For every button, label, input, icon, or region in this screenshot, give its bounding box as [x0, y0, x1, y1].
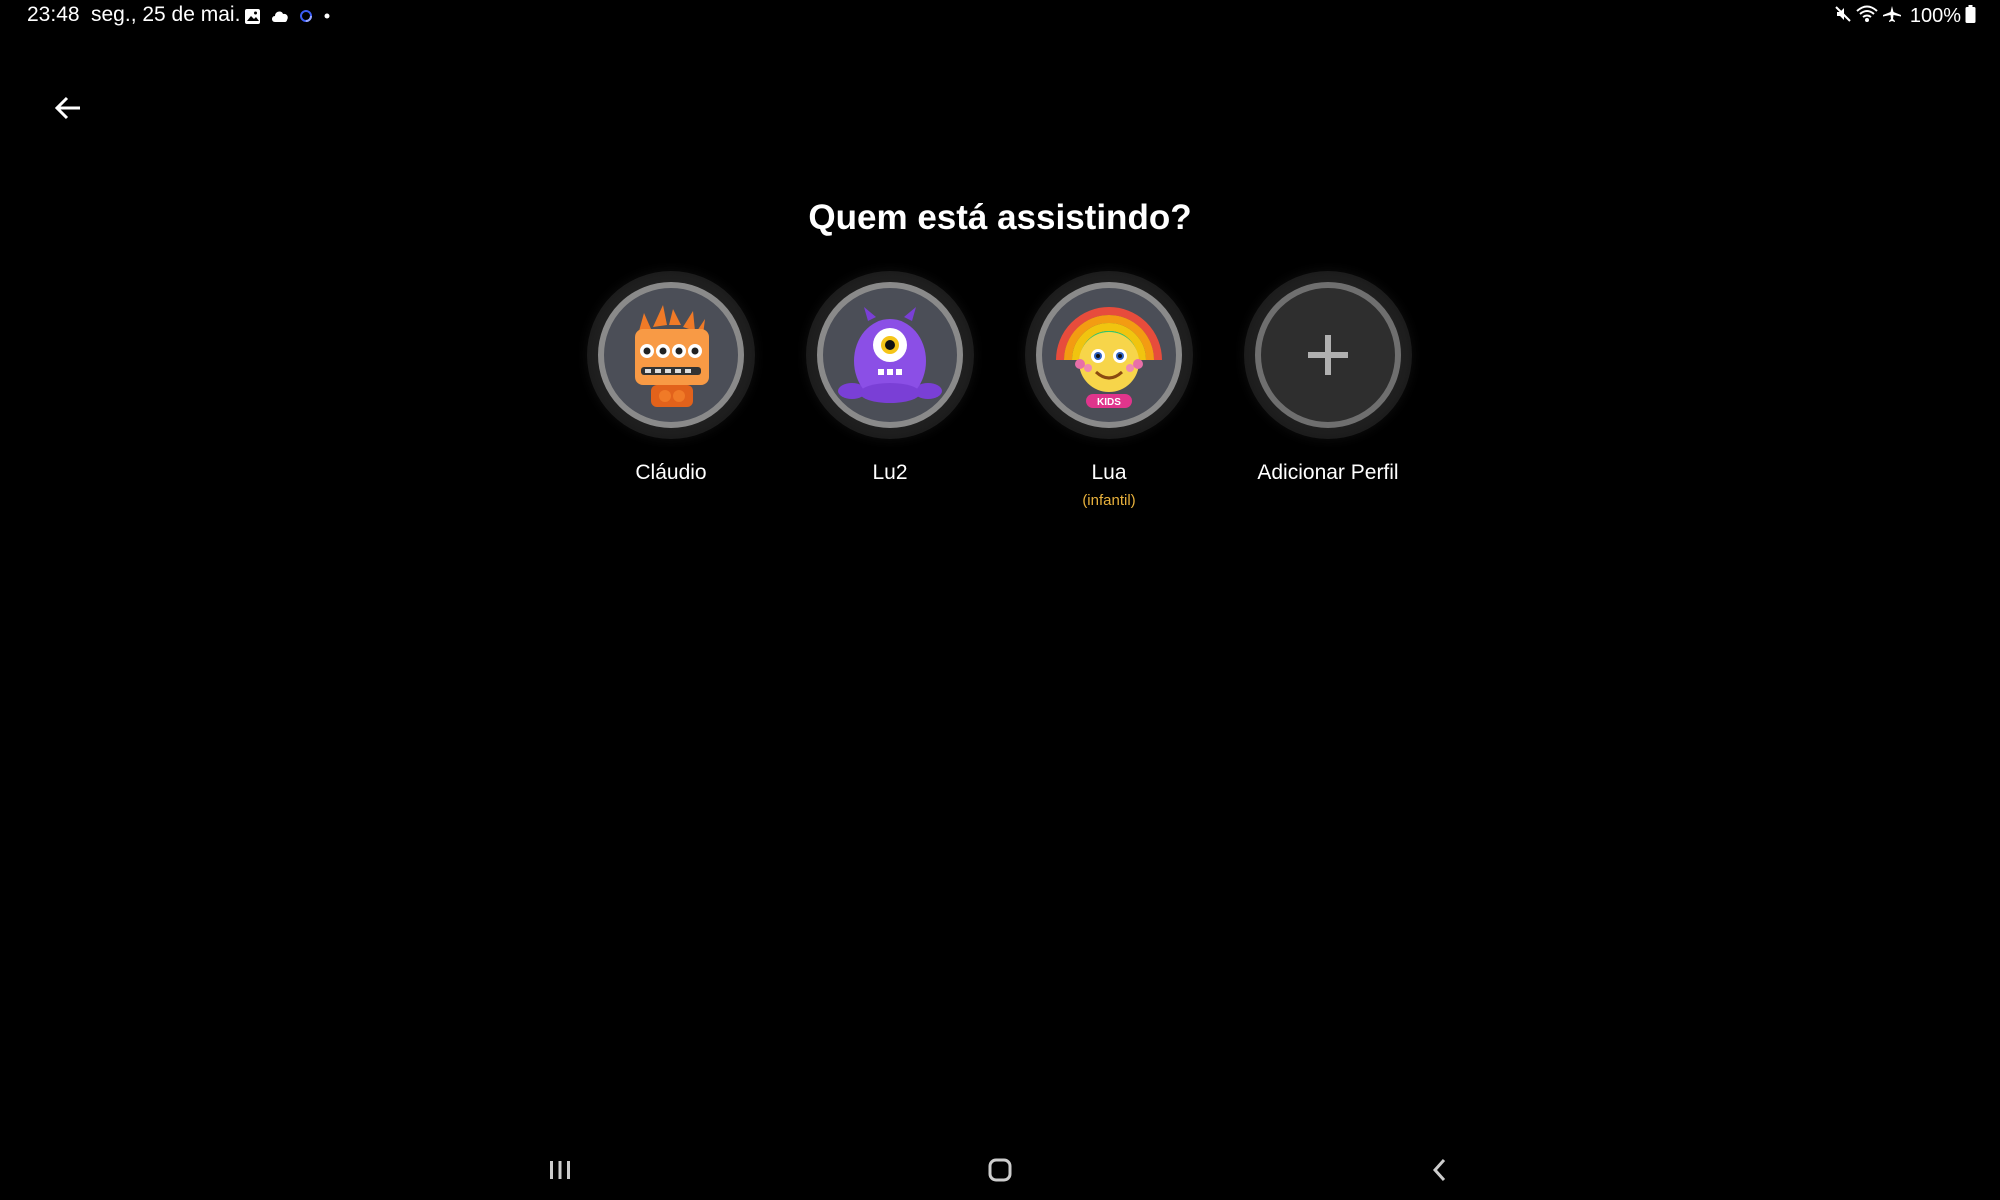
sync-icon: [299, 9, 313, 23]
kids-rainbow-avatar: KIDS: [1036, 282, 1182, 428]
recents-icon: [550, 1161, 570, 1179]
profile-lua[interactable]: KIDS Lua (infantil): [1009, 271, 1209, 509]
avatar-ring: [1244, 271, 1412, 439]
kids-badge-text: KIDS: [1097, 397, 1121, 408]
airplane-icon: [1882, 5, 1902, 28]
profile-name: Cláudio: [635, 461, 707, 484]
purple-monster-avatar: [817, 282, 963, 428]
profile-lu2[interactable]: Lu2: [790, 271, 990, 485]
navigation-bar: [0, 1140, 2000, 1200]
avatar-ring: KIDS: [1025, 271, 1193, 439]
avatar-ring: [806, 271, 974, 439]
add-profile-button[interactable]: Adicionar Perfil: [1228, 271, 1428, 485]
back-button[interactable]: [44, 84, 92, 132]
add-avatar: [1255, 282, 1401, 428]
mute-icon: [1834, 5, 1852, 28]
status-bar: 23:48 seg., 25 de mai. 100%: [0, 0, 2000, 32]
profile-name: Lua: [1091, 461, 1127, 484]
profile-name: Adicionar Perfil: [1257, 461, 1399, 484]
profile-name: Lu2: [872, 461, 908, 484]
plus-icon: [1308, 335, 1348, 375]
battery-icon: [1965, 4, 1976, 28]
profile-subtitle: (infantil): [1082, 492, 1136, 509]
system-status: 100%: [1834, 4, 1976, 28]
arrow-left-icon: [54, 96, 80, 120]
nav-back-button[interactable]: [1420, 1154, 1460, 1186]
page-title: Quem está assistindo?: [808, 198, 1192, 237]
home-button[interactable]: [980, 1154, 1020, 1186]
more-dot-icon: [322, 11, 332, 21]
home-icon: [988, 1158, 1012, 1182]
avatar-ring: [587, 271, 755, 439]
recents-button[interactable]: [540, 1154, 580, 1186]
profile-claudio[interactable]: Cláudio: [571, 271, 771, 485]
notification-icons: [244, 6, 332, 26]
cloud-icon: [270, 9, 290, 23]
wifi-icon: [1856, 5, 1878, 28]
battery-percent: 100%: [1909, 4, 1961, 27]
gallery-icon: [244, 8, 261, 25]
profile-selection-screen: 23:48 seg., 25 de mai. 100% Quem está as…: [0, 0, 2000, 1200]
back-chevron-icon: [1432, 1158, 1446, 1182]
status-time: 23:48: [27, 3, 80, 26]
status-date: seg., 25 de mai.: [91, 3, 241, 26]
orange-robot-avatar: [598, 282, 744, 428]
